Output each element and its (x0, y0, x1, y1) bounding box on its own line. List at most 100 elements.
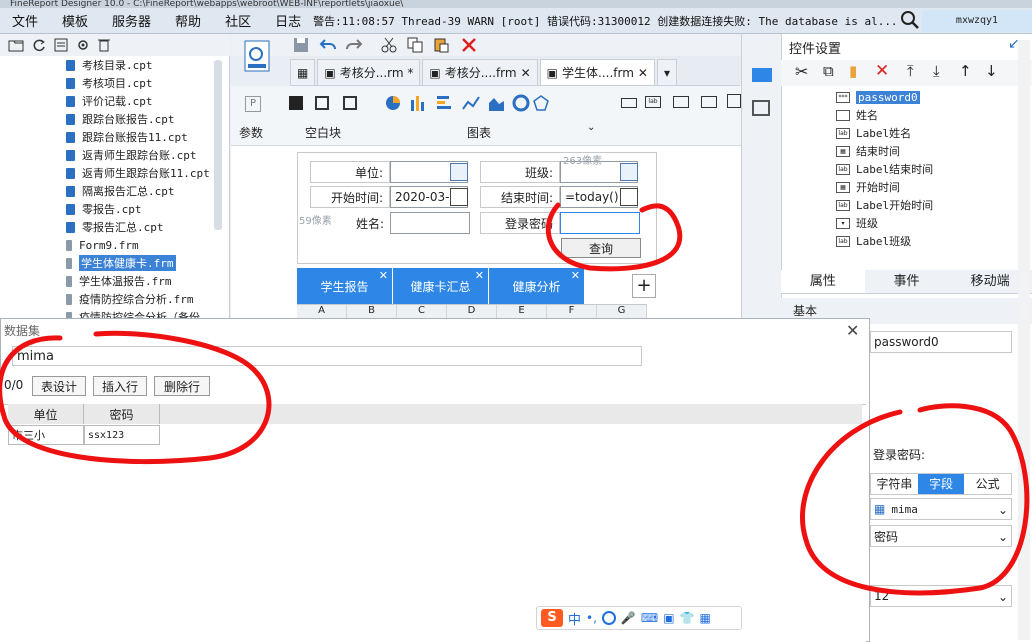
properties-icon[interactable] (54, 38, 68, 52)
move-top-icon[interactable]: ⤒ (907, 62, 914, 80)
layout-panel-icon[interactable] (752, 100, 770, 116)
menu-help[interactable]: 帮助 (163, 11, 213, 30)
menu-file[interactable]: 文件 (0, 11, 50, 30)
move-down-icon[interactable]: ↓ (985, 62, 998, 80)
tree-item[interactable]: 返青师生跟踪台账11.cpt (66, 164, 210, 182)
tab-grid[interactable]: ▦ (290, 59, 316, 85)
control-item[interactable]: 姓名 (836, 106, 878, 124)
chevron-down-icon[interactable]: ⌄ (998, 530, 1008, 544)
close-icon[interactable]: ✕ (379, 269, 388, 282)
grid-menu-icon[interactable]: ▦ (700, 611, 711, 625)
panel-scrollbar[interactable] (1018, 40, 1030, 640)
field-select[interactable]: 密码 ⌄ (870, 525, 1012, 547)
close-icon[interactable]: ✕ (475, 269, 484, 282)
dataset-name-input[interactable]: mima (12, 346, 642, 366)
skin-icon[interactable]: 👕 (680, 611, 695, 625)
control-item[interactable]: ▾ 班级 (836, 214, 878, 232)
search-icon[interactable] (900, 10, 920, 30)
chevron-down-icon[interactable]: ⌄ (587, 122, 595, 133)
more-widget-icon[interactable] (727, 94, 741, 108)
open-folder-icon[interactable] (8, 38, 24, 52)
close-icon[interactable]: ✕ (846, 321, 859, 340)
delete-icon[interactable] (98, 38, 110, 52)
add-tab-button[interactable]: + (632, 274, 656, 298)
preview-icon[interactable] (244, 40, 270, 74)
tree-item[interactable]: 考核项目.cpt (66, 74, 153, 92)
tree-item[interactable]: 考核目录.cpt (66, 56, 153, 74)
widget-settings-icon[interactable] (752, 68, 772, 82)
query-button[interactable]: 查询 (561, 238, 641, 258)
tree-item[interactable]: 零报告汇总.cpt (66, 218, 164, 236)
save-icon[interactable] (293, 37, 309, 53)
close-icon[interactable]: ✕ (638, 66, 648, 80)
tab-menu[interactable]: ▾ (656, 59, 678, 85)
table-design-button[interactable]: 表设计 (32, 376, 86, 396)
copy-icon[interactable]: ⧉ (823, 62, 834, 80)
chevron-down-icon[interactable]: ⌄ (998, 590, 1008, 604)
control-item-selected[interactable]: *** password0 (836, 88, 920, 106)
control-item[interactable]: ▦ 结束时间 (836, 142, 900, 160)
sogou-logo-icon[interactable]: S (541, 609, 563, 627)
combo-dropdown-icon[interactable] (620, 163, 638, 181)
punctuation-icon[interactable]: •, (586, 611, 597, 625)
delete-icon[interactable]: ✕ (875, 61, 889, 81)
chevron-down-icon[interactable]: ⌄ (998, 503, 1008, 517)
close-icon[interactable]: ✕ (571, 269, 580, 282)
paste-icon[interactable] (433, 37, 449, 53)
seg-field[interactable]: 字段 (917, 474, 965, 494)
microphone-icon[interactable]: 🎤 (621, 611, 636, 625)
undo-icon[interactable] (319, 37, 337, 53)
tab-health-analysis[interactable]: 健康分析 ✕ (489, 268, 585, 304)
toolbox-icon[interactable]: ▣ (663, 611, 674, 625)
label-widget-icon[interactable] (621, 98, 637, 108)
settings-icon[interactable] (76, 38, 90, 52)
block-black-icon[interactable] (289, 96, 303, 110)
tab-student-report[interactable]: 学生报告 ✕ (297, 268, 393, 304)
tree-item[interactable]: 返青师生跟踪台账.cpt (66, 146, 197, 164)
control-item[interactable]: lab Label姓名 (836, 124, 911, 142)
tree-item[interactable]: 跟踪台账报告.cpt (66, 110, 175, 128)
keyboard-icon[interactable]: ⌨ (641, 611, 658, 625)
combo-widget-icon[interactable] (701, 96, 717, 108)
tree-item[interactable]: 评价记载.cpt (66, 92, 153, 110)
menu-log[interactable]: 日志 (263, 11, 313, 30)
calendar-icon[interactable] (450, 188, 468, 206)
redo-icon[interactable] (345, 37, 363, 53)
user-account[interactable]: mxwzqy1 (922, 10, 1032, 32)
tree-item[interactable]: Form9.frm (66, 236, 139, 254)
tree-item[interactable]: 疫情防控综合分析.frm (66, 290, 194, 308)
menu-server[interactable]: 服务器 (100, 11, 163, 30)
tab-events[interactable]: 事件 (865, 270, 949, 293)
control-item[interactable]: lab Label结束时间 (836, 160, 933, 178)
control-item[interactable]: lab Label开始时间 (836, 196, 933, 214)
tree-item[interactable]: 隔离报告汇总.cpt (66, 182, 175, 200)
font-size-select[interactable]: 12 ⌄ (870, 585, 1012, 607)
combo-dropdown-icon[interactable] (450, 163, 468, 181)
cut-icon[interactable] (381, 37, 397, 53)
seg-string[interactable]: 字符串 (871, 474, 918, 494)
table-cell[interactable]: 市三小 (8, 425, 84, 445)
close-red-icon[interactable] (461, 37, 477, 53)
tab-template[interactable]: ▣ 考核分...rm * (317, 59, 421, 85)
column-header[interactable]: 密码 (84, 404, 160, 424)
text-widget-icon[interactable]: lab (645, 96, 661, 108)
calendar-icon[interactable] (620, 188, 638, 206)
tab-layout-icon[interactable] (343, 96, 357, 110)
control-item[interactable]: lab Label班级 (836, 232, 911, 250)
name-input[interactable] (390, 212, 470, 234)
parameter-widget-icon[interactable]: P (245, 96, 261, 112)
cut-icon[interactable]: ✂ (795, 62, 808, 81)
ime-language[interactable]: 中 (568, 609, 581, 628)
password-input-selected[interactable] (560, 212, 640, 234)
widget-name-field[interactable]: password0 (870, 331, 1012, 353)
chart-type-icons[interactable] (385, 94, 555, 112)
tree-item-selected[interactable]: 学生体健康卡.frm (66, 254, 176, 272)
delete-row-button[interactable]: 删除行 (154, 376, 210, 396)
tab-template-active[interactable]: ▣ 学生体....frm ✕ (539, 59, 655, 85)
copy-icon[interactable] (407, 37, 423, 53)
control-item[interactable]: ▦ 开始时间 (836, 178, 900, 196)
table-cell[interactable]: ssx123 (84, 425, 160, 445)
column-header[interactable]: 单位 (8, 404, 84, 424)
button-widget-icon[interactable] (673, 96, 689, 108)
tab-template[interactable]: ▣ 考核分....frm ✕ (422, 59, 538, 85)
